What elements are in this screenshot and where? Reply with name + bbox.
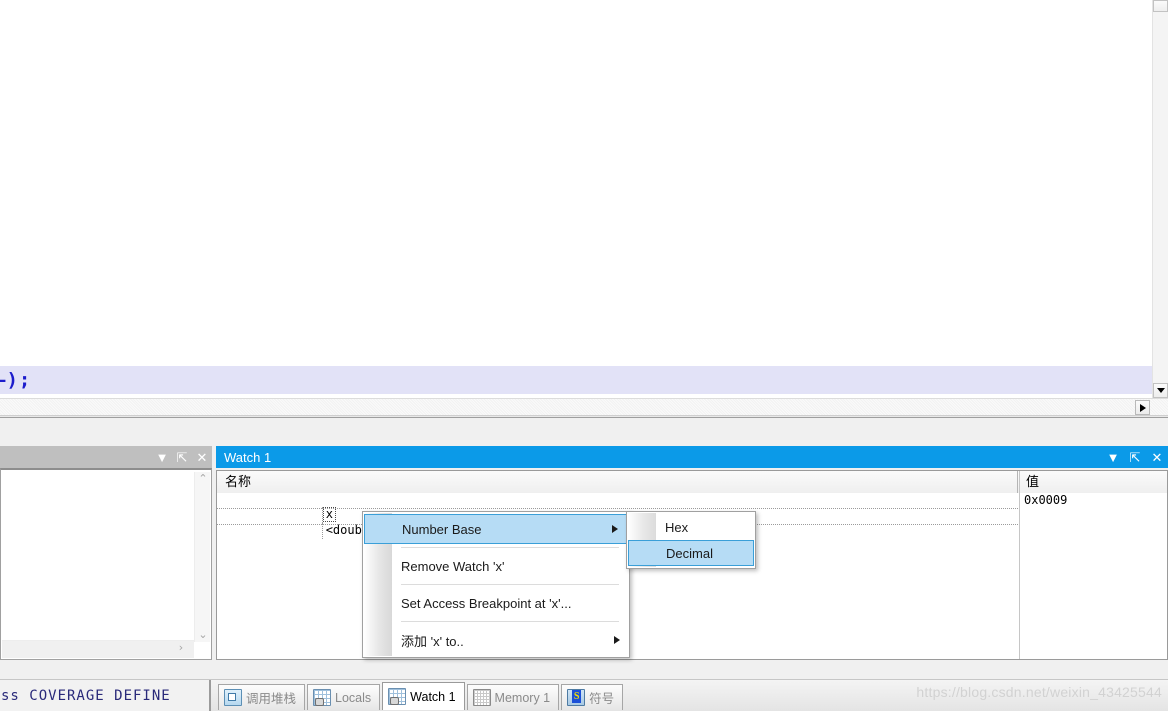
dropdown-icon[interactable]: ▼ bbox=[152, 447, 172, 467]
submenu-arrow-icon bbox=[614, 636, 620, 644]
menu-item-remove-watch[interactable]: Remove Watch 'x' bbox=[363, 551, 629, 581]
watermark-text: https://blog.csdn.net/weixin_43425544 bbox=[916, 684, 1162, 700]
watch-context-menu: Number Base Remove Watch 'x' Set Access … bbox=[362, 511, 630, 658]
submenu-item-decimal[interactable]: Decimal bbox=[628, 540, 754, 566]
close-icon[interactable]: ✕ bbox=[192, 447, 212, 467]
tab-label: Locals bbox=[335, 690, 372, 705]
debug-window-tabstrip: 调用堆栈 Locals Watch 1 Memory 1 符号 bbox=[218, 682, 625, 710]
tab-call-stack[interactable]: 调用堆栈 bbox=[218, 684, 306, 710]
menu-separator bbox=[401, 547, 619, 548]
menu-item-set-access-breakpoint[interactable]: Set Access Breakpoint at 'x'... bbox=[363, 588, 629, 618]
bottom-bar: ss COVERAGE DEFINE 调用堆栈 Locals Watch 1 M… bbox=[0, 679, 1168, 711]
locals-grid-icon bbox=[313, 689, 332, 706]
tab-watch-1[interactable]: Watch 1 bbox=[382, 682, 465, 710]
left-pane-body[interactable]: ⌃ ⌄ › bbox=[0, 468, 212, 660]
submenu-item-label: Decimal bbox=[666, 545, 713, 561]
tree-indent-guide bbox=[304, 523, 323, 539]
watch-pane-title: Watch 1 bbox=[224, 449, 272, 465]
scroll-right-chevron-icon[interactable]: › bbox=[172, 641, 190, 658]
close-icon[interactable]: ✕ bbox=[1146, 447, 1168, 467]
status-text: ss COVERAGE DEFINE bbox=[1, 687, 171, 704]
current-line-highlight bbox=[0, 366, 1153, 394]
editor-scroll-down-button[interactable] bbox=[1153, 383, 1168, 398]
tab-label: 调用堆栈 bbox=[246, 692, 297, 706]
scroll-up-chevron-icon[interactable]: ⌃ bbox=[195, 472, 211, 486]
left-pane-vertical-scrollbar[interactable]: ⌃ ⌄ bbox=[194, 472, 210, 642]
memory-grid-icon bbox=[472, 689, 491, 706]
column-header-value[interactable]: 值 bbox=[1018, 471, 1167, 493]
editor-scroll-right-button[interactable] bbox=[1135, 400, 1150, 415]
watch-value-cell[interactable] bbox=[1019, 509, 1167, 525]
symbol-icon bbox=[567, 689, 586, 706]
pin-icon[interactable]: ⇱ bbox=[1124, 447, 1146, 467]
tab-label: 符号 bbox=[589, 692, 615, 706]
left-pane-titlebar[interactable]: ▼ ⇱ ✕ bbox=[0, 446, 212, 468]
submenu-arrow-icon bbox=[612, 525, 618, 533]
menu-item-add-to[interactable]: 添加 'x' to.. bbox=[363, 625, 629, 655]
dropdown-icon[interactable]: ▼ bbox=[1102, 447, 1124, 467]
tab-symbols[interactable]: 符号 bbox=[561, 684, 624, 710]
submenu-item-hex[interactable]: Hex bbox=[627, 514, 755, 540]
left-docked-pane: ▼ ⇱ ✕ ⌃ ⌄ › bbox=[0, 446, 212, 681]
submenu-item-label: Hex bbox=[665, 519, 689, 535]
editor-scroll-up-button[interactable] bbox=[1153, 0, 1168, 12]
watch-pane-titlebar[interactable]: Watch 1 ▼ ⇱ ✕ bbox=[216, 446, 1168, 468]
menu-item-label: Remove Watch 'x' bbox=[401, 558, 505, 574]
triangle-right-icon bbox=[1139, 403, 1146, 412]
triangle-down-icon bbox=[1156, 388, 1165, 393]
tab-label: Memory 1 bbox=[494, 690, 551, 705]
menu-item-label: Set Access Breakpoint at 'x'... bbox=[401, 595, 572, 611]
tab-label: Watch 1 bbox=[410, 689, 456, 704]
callstack-icon bbox=[224, 689, 242, 706]
watch-name-cell[interactable]: x bbox=[217, 493, 1018, 523]
table-row[interactable]: x 0x0009 bbox=[217, 493, 1167, 523]
left-pane-horizontal-scrollbar[interactable]: › bbox=[2, 640, 194, 658]
menu-item-label: 添加 'x' to.. bbox=[401, 633, 464, 649]
menu-separator bbox=[401, 584, 619, 585]
pin-icon[interactable]: ⇱ bbox=[172, 447, 192, 467]
scroll-down-chevron-icon[interactable]: ⌄ bbox=[195, 628, 211, 642]
code-editor-area: —); bbox=[0, 0, 1168, 418]
column-header-name[interactable]: 名称 bbox=[217, 471, 1018, 493]
code-editor-surface[interactable]: —); bbox=[0, 0, 1153, 398]
menu-item-label: Number Base bbox=[402, 521, 482, 537]
watch-value-cell[interactable]: 0x0009 bbox=[1019, 493, 1167, 509]
menu-separator bbox=[401, 621, 619, 622]
code-line-text: —); bbox=[0, 369, 32, 391]
tab-locals[interactable]: Locals bbox=[307, 684, 381, 710]
watch-grid-icon bbox=[388, 688, 407, 705]
number-base-submenu: Hex Decimal bbox=[626, 511, 756, 569]
editor-horizontal-scrollbar[interactable] bbox=[0, 398, 1168, 415]
menu-item-number-base[interactable]: Number Base bbox=[364, 514, 628, 544]
status-strip: ss COVERAGE DEFINE bbox=[0, 680, 211, 711]
watch-grid-header: 名称 值 bbox=[217, 471, 1167, 493]
editor-vertical-scrollbar[interactable] bbox=[1152, 0, 1168, 398]
tab-memory-1[interactable]: Memory 1 bbox=[466, 684, 560, 710]
